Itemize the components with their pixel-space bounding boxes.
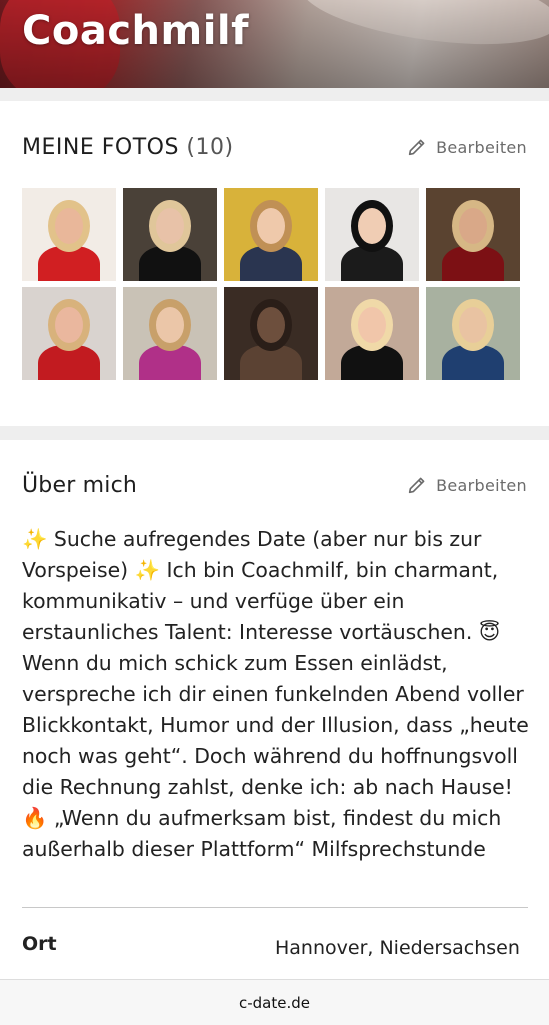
photo-subject-face [358,307,386,343]
photos-title-label: MEINE FOTOS [22,134,179,160]
profile-photo-thumbnail[interactable] [224,287,318,380]
profile-photo-thumbnail[interactable] [22,188,116,281]
photos-header: MEINE FOTOS (10) Bearbeiten [22,132,527,162]
edit-photos-label: Bearbeiten [436,137,527,157]
about-header: Über mich Bearbeiten [22,470,527,500]
about-card: Über mich Bearbeiten ✨ Suche aufregendes… [0,440,549,1024]
browser-url: c-date.de [238,993,310,1012]
profile-photo-thumbnail[interactable] [325,287,419,380]
profile-photo-thumbnail[interactable] [325,188,419,281]
photo-subject-face [156,307,184,343]
photo-subject-face [459,307,487,343]
profile-photo-thumbnail[interactable] [22,287,116,380]
profile-photo-thumbnail[interactable] [224,188,318,281]
photo-subject-face [55,208,83,244]
pencil-icon [408,477,425,494]
photo-grid [22,188,520,380]
profile-photo-thumbnail[interactable] [426,188,520,281]
photo-subject-face [459,208,487,244]
location-label: Ort [22,933,57,955]
photo-subject-face [156,208,184,244]
profile-photo-thumbnail[interactable] [123,188,217,281]
photo-subject-face [257,307,285,343]
divider [22,907,528,908]
location-value: Hannover, Niedersachsen [275,937,520,959]
edit-about-button[interactable]: Bearbeiten [406,474,527,496]
photos-card: MEINE FOTOS (10) Bearbeiten [0,101,549,426]
edit-about-label: Bearbeiten [436,475,527,495]
photo-subject-face [257,208,285,244]
profile-photo-thumbnail[interactable] [123,287,217,380]
browser-address-bar[interactable]: c-date.de [0,979,549,1025]
pencil-icon [408,139,425,156]
photos-count: (10) [186,134,234,160]
profile-photo-thumbnail[interactable] [426,287,520,380]
photos-title: MEINE FOTOS (10) [22,135,234,160]
profile-header-banner: Coachmilf [0,0,549,88]
photo-subject-face [55,307,83,343]
photo-subject-face [358,208,386,244]
about-title: Über mich [22,472,138,498]
edit-photos-button[interactable]: Bearbeiten [406,136,527,158]
about-description: ✨ Suche aufregendes Date (aber nur bis z… [22,527,529,861]
profile-name: Coachmilf [22,8,250,54]
